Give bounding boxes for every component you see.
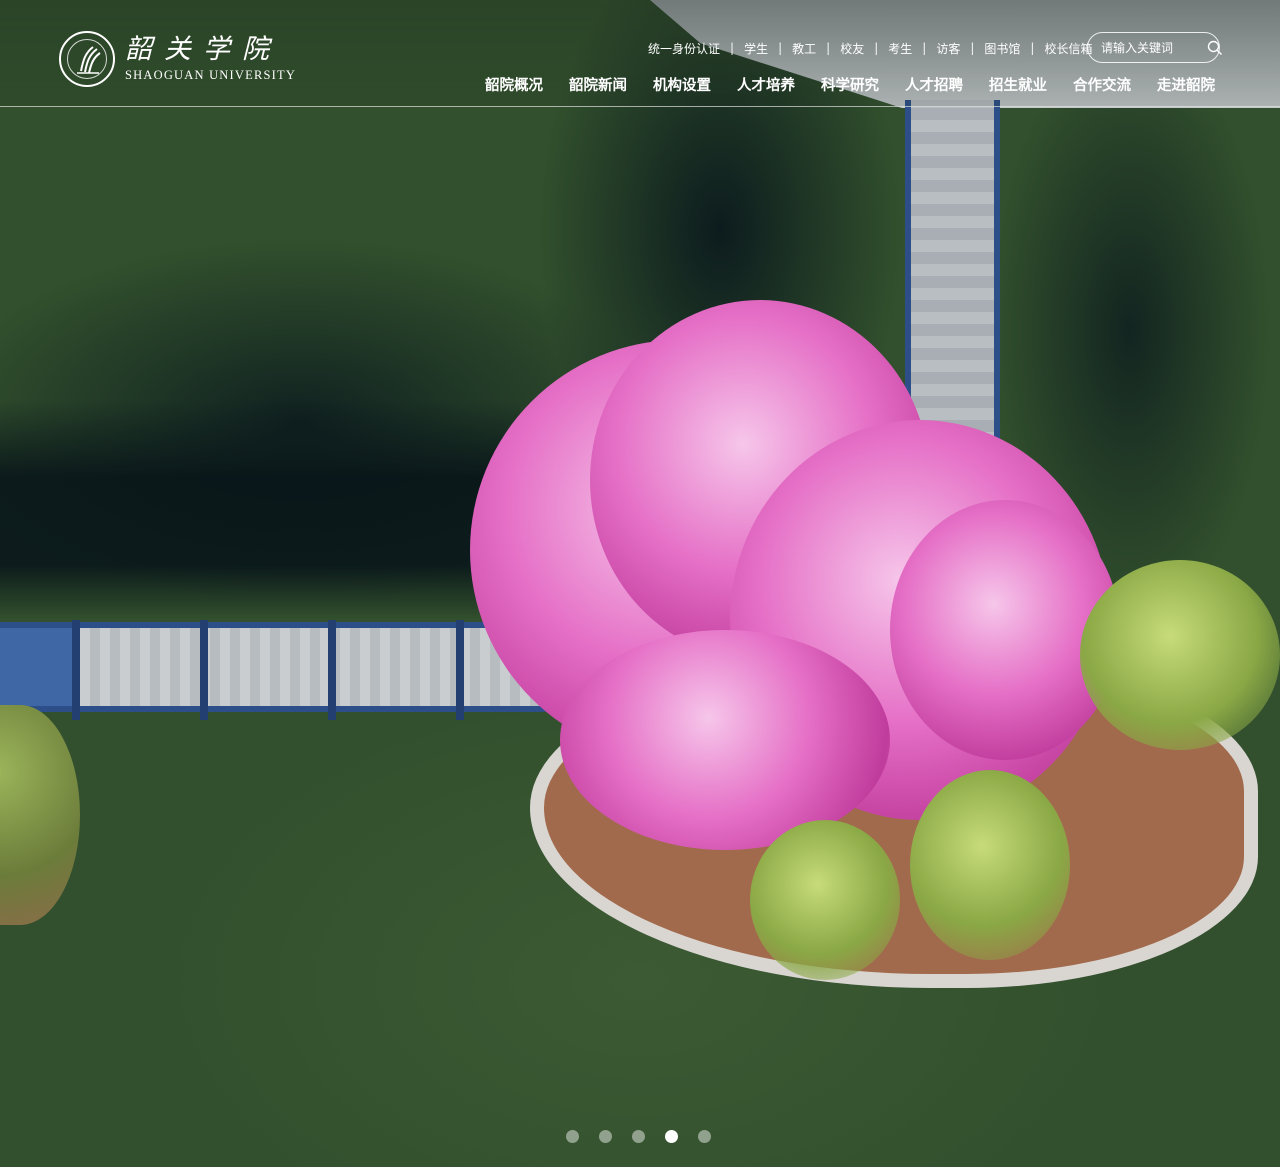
nav-research[interactable]: 科学研究 bbox=[821, 74, 879, 95]
link-students[interactable]: 学生 bbox=[744, 40, 768, 57]
nav-visit[interactable]: 走进韶院 bbox=[1157, 74, 1215, 95]
main-nav: 韶院概况 韶院新闻 机构设置 人才培养 科学研究 人才招聘 招生就业 合作交流 … bbox=[485, 74, 1215, 95]
hero-slide-image bbox=[0, 0, 1280, 1167]
nav-cooperation[interactable]: 合作交流 bbox=[1073, 74, 1131, 95]
nav-recruitment[interactable]: 人才招聘 bbox=[905, 74, 963, 95]
hero-bridge-horizontal bbox=[0, 620, 545, 720]
link-separator: | bbox=[1030, 41, 1035, 55]
search-icon[interactable] bbox=[1207, 40, 1223, 56]
nav-organization[interactable]: 机构设置 bbox=[653, 74, 711, 95]
carousel-dots bbox=[566, 1130, 711, 1143]
link-unified-auth[interactable]: 统一身份认证 bbox=[648, 40, 720, 57]
link-applicants[interactable]: 考生 bbox=[888, 40, 912, 57]
nav-about[interactable]: 韶院概况 bbox=[485, 74, 543, 95]
link-president-mailbox[interactable]: 校长信箱 bbox=[1044, 40, 1092, 57]
nav-education[interactable]: 人才培养 bbox=[737, 74, 795, 95]
link-alumni[interactable]: 校友 bbox=[840, 40, 864, 57]
link-visitors[interactable]: 访客 bbox=[936, 40, 960, 57]
carousel-dot[interactable] bbox=[599, 1130, 612, 1143]
logo-name-cn: 韶关学院 bbox=[125, 34, 281, 65]
link-library[interactable]: 图书馆 bbox=[984, 40, 1020, 57]
carousel-dot[interactable] bbox=[632, 1130, 645, 1143]
top-links: 统一身份认证 | 学生 | 教工 | 校友 | 考生 | 访客 | 图书馆 | 校长信箱 bbox=[648, 40, 1092, 56]
search-box bbox=[1087, 32, 1223, 63]
site-header: 韶关学院 SHAOGUAN UNIVERSITY 统一身份认证 | 学生 | 教工 |… bbox=[0, 0, 1280, 107]
link-separator: | bbox=[778, 41, 783, 55]
nav-admissions-employment[interactable]: 招生就业 bbox=[989, 74, 1047, 95]
link-separator: | bbox=[970, 41, 975, 55]
nav-news[interactable]: 韶院新闻 bbox=[569, 74, 627, 95]
carousel-dot-active[interactable] bbox=[665, 1130, 678, 1143]
search-input[interactable] bbox=[1101, 40, 1201, 55]
logo-name-en: SHAOGUAN UNIVERSITY bbox=[125, 68, 297, 82]
link-separator: | bbox=[922, 41, 927, 55]
hero-island bbox=[470, 300, 1280, 988]
carousel-dot[interactable] bbox=[698, 1130, 711, 1143]
link-staff[interactable]: 教工 bbox=[792, 40, 816, 57]
university-seal-icon bbox=[59, 31, 115, 87]
carousel-dot[interactable] bbox=[566, 1130, 579, 1143]
hero-bridge-shadow bbox=[0, 400, 520, 620]
link-separator: | bbox=[730, 41, 735, 55]
site-logo[interactable]: 韶关学院 SHAOGUAN UNIVERSITY bbox=[59, 31, 296, 87]
link-separator: | bbox=[874, 41, 879, 55]
link-separator: | bbox=[826, 41, 831, 55]
hero-shore-left bbox=[0, 705, 80, 925]
